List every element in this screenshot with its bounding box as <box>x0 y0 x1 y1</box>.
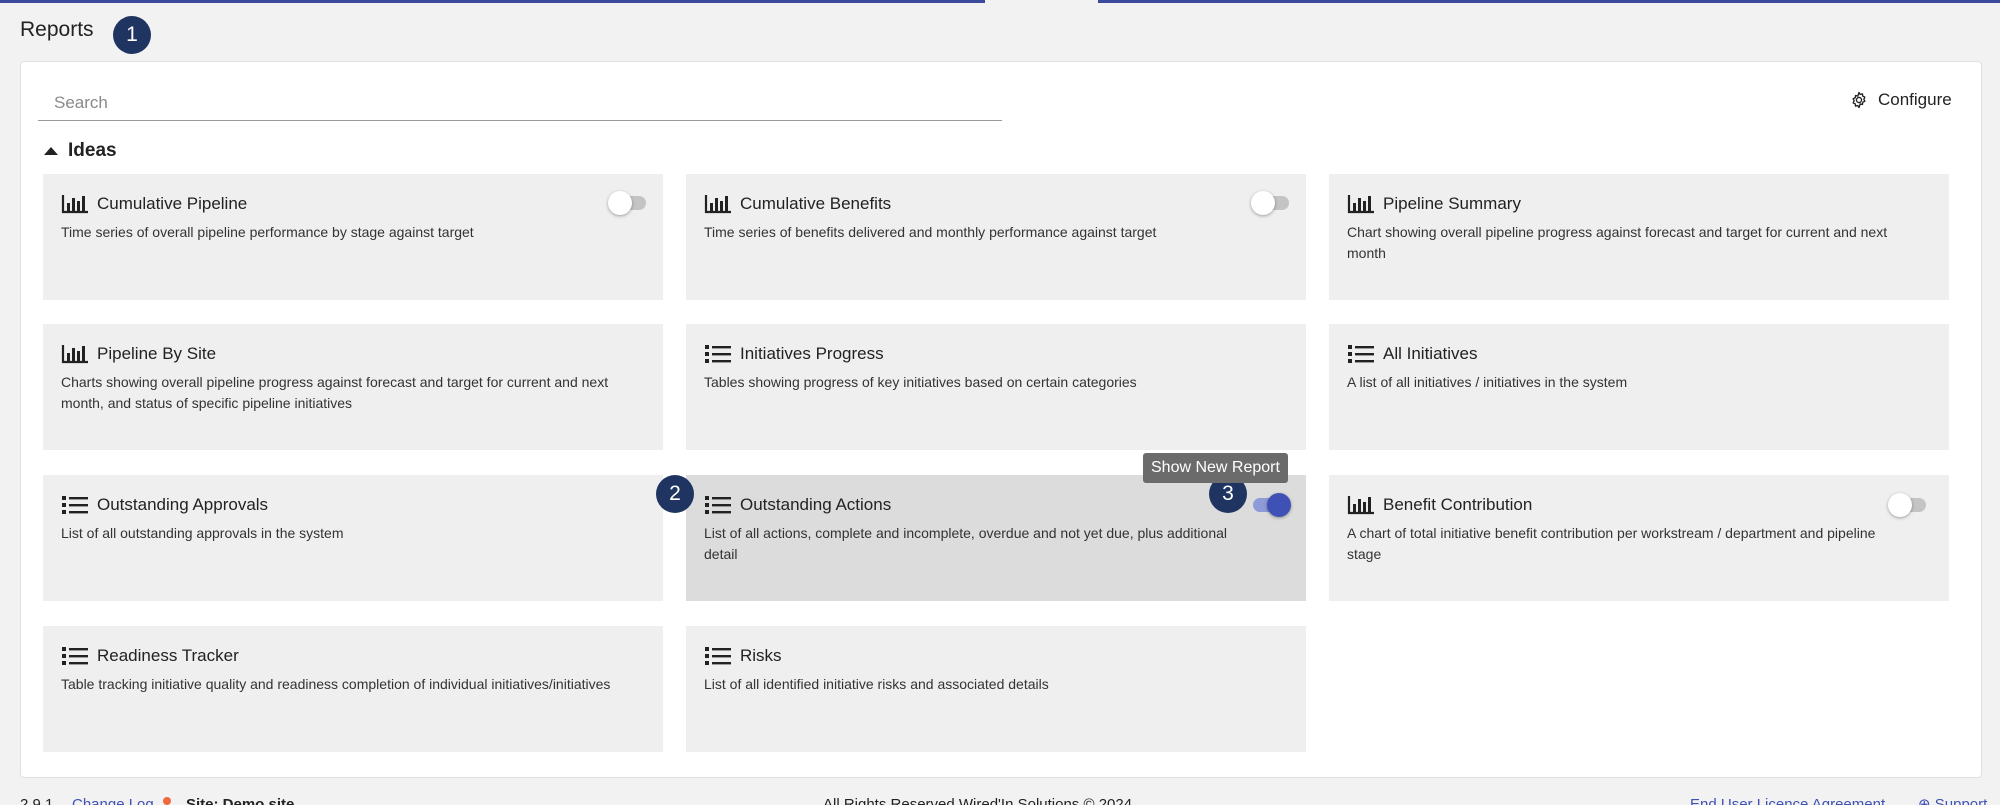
search-input[interactable] <box>38 86 1002 120</box>
report-card-benefit-contribution[interactable]: Benefit Contribution A chart of total in… <box>1329 475 1949 601</box>
list-icon <box>1347 343 1375 365</box>
report-card-title: Initiatives Progress <box>740 344 884 363</box>
changelog-link[interactable]: Change Log <box>72 797 154 805</box>
report-card-description: List of all identified initiative risks … <box>704 676 1049 692</box>
report-card-all-initiatives[interactable]: All Initiatives A list of all initiative… <box>1329 324 1949 450</box>
report-card-initiatives-progress[interactable]: Initiatives Progress Tables showing prog… <box>686 324 1306 450</box>
support-link[interactable]: ⊕ Support <box>1918 797 1987 805</box>
report-card-pipeline-summary[interactable]: Pipeline Summary Chart showing overall p… <box>1329 174 1949 300</box>
caret-up-icon <box>44 147 58 155</box>
changelog-dot-icon <box>163 797 171 805</box>
top-accent-gap <box>985 0 1098 3</box>
report-card-description: Table tracking initiative quality and re… <box>61 676 611 692</box>
copyright-text: All Rights Reserved Wired'In Solutions ©… <box>823 796 1133 805</box>
list-icon <box>61 645 89 667</box>
report-card-cumulative-pipeline[interactable]: Cumulative Pipeline Time series of overa… <box>43 174 663 300</box>
report-card-title: Benefit Contribution <box>1383 495 1533 514</box>
report-card-cumulative-benefits[interactable]: Cumulative Benefits Time series of benef… <box>686 174 1306 300</box>
section-toggle-ideas[interactable]: Ideas <box>44 140 117 162</box>
list-icon <box>61 494 89 516</box>
tooltip-show-new-report: Show New Report <box>1143 453 1288 483</box>
gear-icon <box>1850 91 1868 109</box>
report-toggle-cumulative-benefits[interactable] <box>1251 191 1289 215</box>
report-card-risks[interactable]: Risks List of all identified initiative … <box>686 626 1306 752</box>
report-card-title: Pipeline Summary <box>1383 194 1521 213</box>
site-label: Site: Demo site <box>186 796 295 805</box>
report-card-title: All Initiatives <box>1383 344 1478 363</box>
configure-button[interactable]: Configure <box>1850 88 1952 112</box>
report-card-title: Outstanding Approvals <box>97 495 269 514</box>
eula-link[interactable]: End User Licence Agreement <box>1690 797 1885 805</box>
version-label: 2.9.1 <box>20 796 54 805</box>
bar-chart-icon <box>704 194 732 214</box>
report-card-pipeline-by-site[interactable]: Pipeline By Site Charts showing overall … <box>43 324 663 450</box>
report-card-description: Time series of benefits delivered and mo… <box>704 224 1157 240</box>
report-card-description: A chart of total initiative benefit cont… <box>1347 525 1876 562</box>
footer: 2.9.1 Change Log Site: Demo site All Rig… <box>0 790 2000 805</box>
bar-chart-icon <box>61 194 89 214</box>
list-icon <box>704 645 732 667</box>
support-label: Support <box>1934 796 1988 805</box>
report-toggle-outstanding-actions[interactable] <box>1253 493 1291 517</box>
bar-chart-icon <box>1347 194 1375 214</box>
section-title: Ideas <box>68 140 117 161</box>
report-card-title: Cumulative Pipeline <box>97 194 248 213</box>
report-card-title: Pipeline By Site <box>97 344 217 363</box>
report-card-title: Cumulative Benefits <box>740 194 892 213</box>
report-card-title: Readiness Tracker <box>97 646 239 665</box>
report-card-description: A list of all initiatives / initiatives … <box>1347 374 1628 390</box>
report-card-description: Tables showing progress of key initiativ… <box>704 374 1137 390</box>
report-card-outstanding-approvals[interactable]: Outstanding Approvals List of all outsta… <box>43 475 663 601</box>
report-card-description: List of all actions, complete and incomp… <box>704 525 1227 562</box>
report-toggle-cumulative-pipeline[interactable] <box>608 191 646 215</box>
report-card-readiness-tracker[interactable]: Readiness Tracker Table tracking initiat… <box>43 626 663 752</box>
report-card-description: Time series of overall pipeline performa… <box>61 224 474 240</box>
bar-chart-icon <box>1347 495 1375 515</box>
report-card-description: Chart showing overall pipeline progress … <box>1347 224 1888 261</box>
step-badge-1: 1 <box>113 16 151 54</box>
report-card-title: Outstanding Actions <box>740 495 892 514</box>
list-icon <box>704 343 732 365</box>
configure-label: Configure <box>1878 90 1952 109</box>
bar-chart-icon <box>61 344 89 364</box>
globe-icon: ⊕ <box>1918 796 1931 805</box>
step-badge-2: 2 <box>656 475 694 513</box>
report-card-description: Charts showing overall pipeline progress… <box>61 374 609 411</box>
list-icon <box>704 494 732 516</box>
search-field[interactable] <box>38 86 1002 121</box>
report-toggle-benefit-contribution[interactable] <box>1888 493 1926 517</box>
report-card-description: List of all outstanding approvals in the… <box>61 525 344 541</box>
page-title: Reports <box>20 18 94 41</box>
report-card-title: Risks <box>740 646 782 665</box>
